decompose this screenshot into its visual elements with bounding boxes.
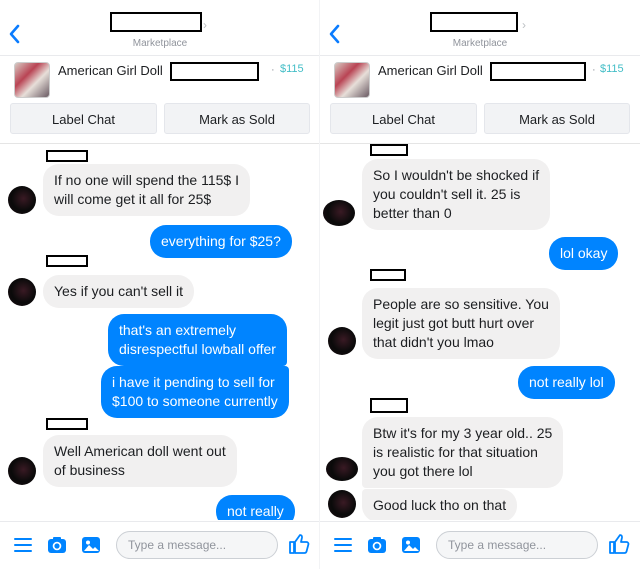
avatar <box>328 327 356 355</box>
message-line: not really <box>227 503 284 519</box>
message-bubble-incoming: Btw it's for my 3 year old.. 25 is reali… <box>362 417 564 488</box>
message-line: that didn't you lmao <box>373 334 494 350</box>
message-line: is realistic for that situation <box>373 444 538 460</box>
message-bubble-incoming: Yes if you can't sell it <box>43 275 195 308</box>
message-line: lol okay <box>560 245 608 261</box>
redacted-sender-name <box>46 150 88 162</box>
chevron-right-icon: › <box>203 18 207 32</box>
listing-row[interactable]: American Girl Doll · $115 <box>320 56 640 102</box>
message-line: People are so sensitive. You <box>373 296 549 312</box>
avatar <box>323 200 355 226</box>
redacted-sender-name <box>370 144 408 156</box>
redacted-sender-name <box>370 269 406 281</box>
message-line: i have it pending to sell for <box>112 374 275 390</box>
message-line: you couldn't sell it. 25 is <box>373 186 521 202</box>
thumbs-up-icon[interactable] <box>287 532 311 556</box>
message-line: $100 to someone currently <box>112 393 278 409</box>
redacted-contact-name[interactable] <box>430 12 518 32</box>
label-chat-button[interactable]: Label Chat <box>330 103 477 134</box>
redacted-sender-name <box>46 255 88 267</box>
header-subtitle: Marketplace <box>452 38 508 49</box>
listing-price: $115 <box>280 63 304 75</box>
avatar <box>8 278 36 306</box>
message-line: you got there lol <box>373 463 473 479</box>
message-line: not really lol <box>529 374 604 390</box>
conversation-panel-right: › Marketplace American Girl Doll · $115 … <box>320 0 640 569</box>
message-line: Good luck tho on that <box>373 497 507 513</box>
redacted-sender-name <box>46 418 88 430</box>
thumbs-up-icon[interactable] <box>607 532 631 556</box>
message-line: everything for $25? <box>161 233 281 249</box>
composer-bar: Type a message... <box>320 521 640 569</box>
message-line: of business <box>54 462 125 478</box>
message-line: better than 0 <box>373 205 452 221</box>
mark-as-sold-button[interactable]: Mark as Sold <box>484 103 630 134</box>
message-bubble-outgoing: not really lol <box>518 366 615 399</box>
message-line: disrespectful lowball offer <box>119 341 276 357</box>
message-bubble-outgoing: i have it pending to sell for $100 to so… <box>101 366 289 418</box>
listing-thumbnail <box>14 62 50 98</box>
message-bubble-outgoing: lol okay <box>549 237 619 270</box>
message-list: So I wouldn't be shocked if you couldn't… <box>320 144 640 520</box>
avatar <box>8 457 36 485</box>
listing-thumbnail <box>334 62 370 98</box>
listing-title: American Girl Doll <box>58 63 163 78</box>
message-bubble-outgoing: not really <box>216 495 295 520</box>
menu-icon[interactable] <box>332 534 354 556</box>
camera-icon[interactable] <box>366 534 388 556</box>
composer-bar: Type a message... <box>0 521 320 569</box>
message-line: Well American doll went out <box>54 443 226 459</box>
avatar <box>326 457 358 481</box>
separator-dot: · <box>592 64 596 76</box>
chevron-right-icon: › <box>522 18 526 32</box>
redacted-contact-name[interactable] <box>110 12 202 32</box>
listing-title: American Girl Doll <box>378 63 483 78</box>
camera-icon[interactable] <box>46 534 68 556</box>
message-line: legit just got butt hurt over <box>373 315 535 331</box>
message-bubble-incoming: If no one will spend the 115$ I will com… <box>43 164 250 216</box>
photo-gallery-icon[interactable] <box>400 534 422 556</box>
message-line: Btw it's for my 3 year old.. 25 <box>373 425 553 441</box>
label-chat-button[interactable]: Label Chat <box>10 103 157 134</box>
message-bubble-incoming: People are so sensitive. You legit just … <box>362 288 560 359</box>
mark-as-sold-button[interactable]: Mark as Sold <box>164 103 310 134</box>
redacted-sender-name <box>370 398 408 413</box>
message-line: If no one will spend the 115$ I <box>54 172 239 188</box>
message-bubble-outgoing: that's an extremely disrespectful lowbal… <box>108 314 287 366</box>
redacted-listing-text <box>490 62 586 81</box>
listing-row[interactable]: American Girl Doll · $115 <box>0 56 320 102</box>
menu-icon[interactable] <box>12 534 34 556</box>
redacted-listing-text <box>170 62 259 81</box>
listing-price: $115 <box>600 63 624 75</box>
conversation-panel-left: › Marketplace American Girl Doll · $115 … <box>0 0 320 569</box>
message-line: Yes if you can't sell it <box>54 283 184 299</box>
avatar <box>328 490 356 518</box>
separator-dot: · <box>271 64 275 76</box>
message-bubble-incoming: Well American doll went out of business <box>43 435 237 487</box>
message-line: that's an extremely <box>119 322 237 338</box>
message-bubble-outgoing: everything for $25? <box>150 225 292 258</box>
avatar <box>8 186 36 214</box>
message-list: If no one will spend the 115$ I will com… <box>0 144 320 520</box>
message-line: So I wouldn't be shocked if <box>373 167 540 183</box>
message-input[interactable]: Type a message... <box>436 531 598 559</box>
header-subtitle: Marketplace <box>132 38 188 49</box>
message-bubble-incoming: Good luck tho on that <box>362 489 518 520</box>
message-line: will come get it all for 25$ <box>54 191 212 207</box>
message-input[interactable]: Type a message... <box>116 531 278 559</box>
chat-header: › Marketplace <box>320 0 640 56</box>
chat-header: › Marketplace <box>0 0 320 56</box>
message-bubble-incoming: So I wouldn't be shocked if you couldn't… <box>362 159 551 230</box>
photo-gallery-icon[interactable] <box>80 534 102 556</box>
